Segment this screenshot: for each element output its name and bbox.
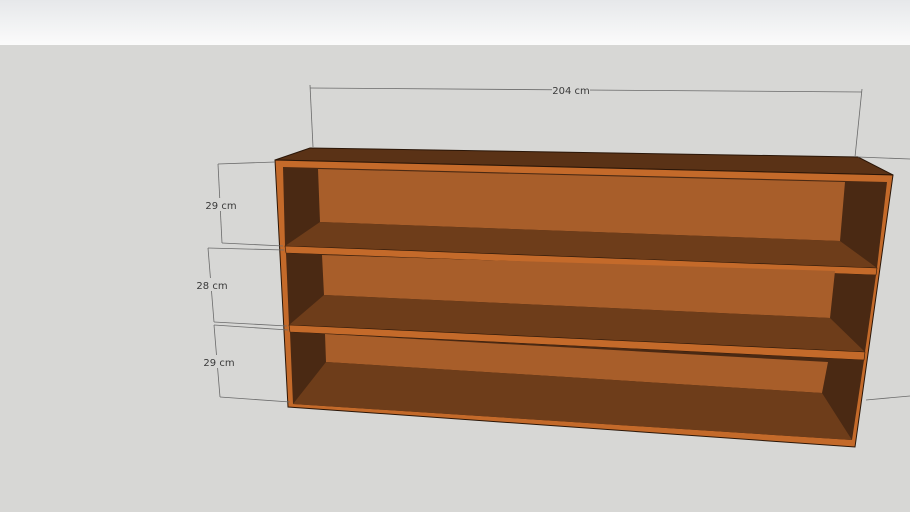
bottom-compartment-height-label: 29 cm bbox=[203, 358, 234, 369]
middle-compartment-height-label: 28 cm bbox=[196, 281, 227, 292]
sky bbox=[0, 0, 910, 45]
bookshelf-model[interactable] bbox=[274, 147, 894, 448]
3d-viewport[interactable]: 204 cm 29 cm 28 cm 29 cm bbox=[0, 0, 910, 512]
top-compartment-height-label: 29 cm bbox=[205, 201, 236, 212]
width-dimension-label: 204 cm bbox=[552, 86, 590, 97]
